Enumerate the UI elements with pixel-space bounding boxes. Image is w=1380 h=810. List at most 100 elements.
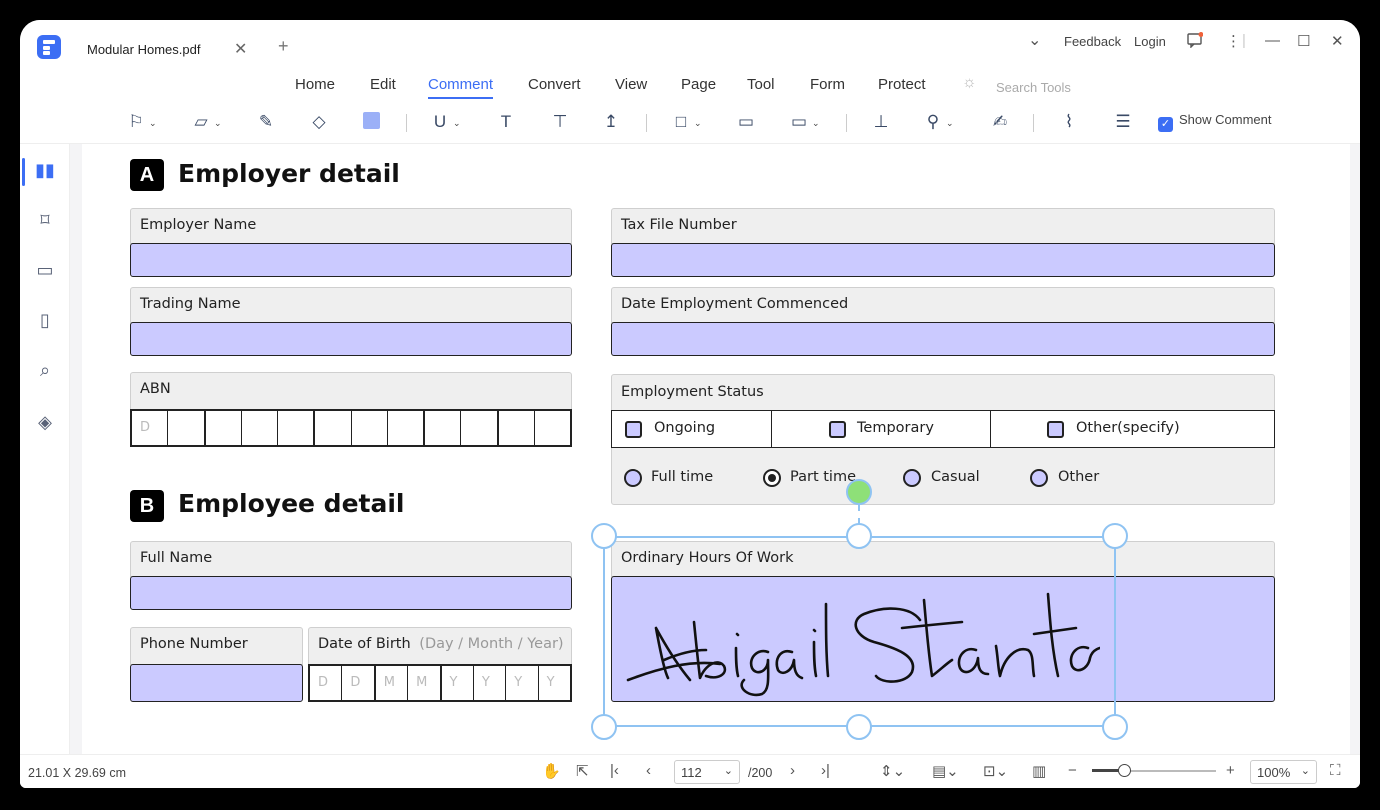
menu-page[interactable]: Page	[681, 76, 716, 93]
digit-box[interactable]	[461, 411, 499, 445]
measure-icon[interactable]: ▭ ⌄	[786, 110, 820, 134]
phone-number-field[interactable]	[130, 664, 303, 702]
zoom-select[interactable]: 100% ⌄	[1250, 760, 1317, 784]
area-highlight-tool-icon[interactable]: ▱ ⌄	[188, 110, 221, 134]
signature-icon[interactable]: ✍	[987, 110, 1013, 134]
fit-width-icon[interactable]: ⊡⌄	[983, 762, 1008, 780]
digit-box[interactable]: Y	[506, 666, 539, 700]
digit-box[interactable]	[388, 411, 425, 445]
document-tab[interactable]: Modular Homes.pdf ✕	[76, 32, 258, 68]
attachments-icon[interactable]: ▯	[34, 310, 56, 332]
resize-handle-bottom-left[interactable]	[591, 714, 617, 740]
menu-home[interactable]: Home	[295, 76, 335, 93]
pencil-icon[interactable]: ✎	[253, 110, 279, 134]
other-radio[interactable]	[1030, 469, 1048, 487]
temporary-checkbox[interactable]	[829, 421, 846, 438]
resize-handle-bottom-right[interactable]	[1102, 714, 1128, 740]
bookmark-icon[interactable]: ⌑	[34, 210, 56, 232]
menu-edit[interactable]: Edit	[370, 76, 396, 93]
digit-box[interactable]	[168, 411, 206, 445]
resize-handle-top-right[interactable]	[1102, 523, 1128, 549]
stamp-icon[interactable]: ⊥	[868, 110, 894, 134]
menu-convert[interactable]: Convert	[528, 76, 581, 93]
page-view-icon[interactable]: ▤⌄	[932, 762, 959, 780]
minimize-icon[interactable]: —	[1265, 32, 1280, 49]
shape-icon[interactable]: □ ⌄	[668, 110, 702, 134]
menu-comment[interactable]: Comment	[428, 76, 494, 99]
digit-box[interactable]: Y	[474, 666, 507, 700]
menu-protect[interactable]: Protect	[878, 76, 926, 93]
next-page-icon[interactable]: ›	[790, 762, 795, 779]
search-tools-input[interactable]: Search Tools	[996, 80, 1071, 95]
digit-box[interactable]: D	[310, 666, 343, 700]
digit-box[interactable]: D	[132, 411, 169, 445]
fullscreen-icon[interactable]: ⛶	[1330, 762, 1341, 779]
layers-icon[interactable]: ◈	[34, 412, 56, 434]
stamp-add-icon[interactable]: ⚲ ⌄	[920, 110, 954, 134]
more-options-icon[interactable]: ⋮	[1226, 32, 1241, 50]
select-tool-icon[interactable]: ⇱	[576, 762, 589, 780]
thumbnails-icon[interactable]: ▮▮	[34, 160, 56, 182]
digit-box[interactable]: M	[408, 666, 442, 700]
checkbox-checked-icon[interactable]: ✓	[1158, 117, 1173, 132]
status-option-temporary[interactable]: Temporary	[772, 411, 991, 447]
status-option-ongoing[interactable]: Ongoing	[612, 411, 772, 447]
digit-box[interactable]	[242, 411, 278, 445]
digit-box[interactable]	[278, 411, 316, 445]
underline-icon[interactable]: U ⌄	[427, 110, 461, 134]
abn-field[interactable]: D	[130, 409, 572, 447]
menu-view[interactable]: View	[615, 76, 647, 93]
callout-icon[interactable]: ↥	[598, 110, 624, 134]
notification-icon[interactable]	[1187, 32, 1204, 52]
last-page-icon[interactable]: ›|	[821, 762, 830, 779]
close-window-icon[interactable]: ✕	[1331, 32, 1344, 50]
menu-tool[interactable]: Tool	[747, 76, 775, 93]
eraser-icon[interactable]: ◇	[306, 110, 332, 134]
note-icon[interactable]: ▭	[733, 110, 759, 134]
comment-list-icon[interactable]: ☰	[1110, 110, 1136, 134]
digit-box[interactable]	[352, 411, 388, 445]
hand-tool-icon[interactable]: ✋	[542, 762, 561, 780]
maximize-icon[interactable]: ☐	[1297, 32, 1310, 50]
status-option-other[interactable]: Other(specify)	[991, 411, 1274, 447]
zoom-out-icon[interactable]: −	[1068, 762, 1077, 779]
part-time-radio[interactable]	[763, 469, 781, 487]
text-box-icon[interactable]: ⊤	[547, 110, 573, 134]
casual-radio[interactable]	[903, 469, 921, 487]
chevron-down-icon[interactable]: ⌄	[1028, 30, 1041, 50]
zoom-in-icon[interactable]: +	[1226, 762, 1235, 779]
full-name-field[interactable]	[130, 576, 572, 610]
full-time-radio[interactable]	[624, 469, 642, 487]
previous-page-icon[interactable]: ‹	[646, 762, 651, 779]
resize-handle-top-left[interactable]	[591, 523, 617, 549]
highlight-color-swatch[interactable]	[363, 112, 380, 129]
zoom-slider-knob[interactable]	[1118, 764, 1131, 777]
digit-box[interactable]: D	[342, 666, 376, 700]
new-tab-button[interactable]: +	[278, 36, 289, 57]
trading-name-field[interactable]	[130, 322, 572, 356]
resize-handle-bottom[interactable]	[846, 714, 872, 740]
search-icon[interactable]: ⌕	[34, 360, 56, 382]
digit-box[interactable]	[425, 411, 462, 445]
feedback-link[interactable]: Feedback	[1064, 34, 1121, 49]
date-of-birth-field[interactable]: DDMMYYYY	[308, 664, 572, 702]
employer-name-field[interactable]	[130, 243, 572, 277]
digit-box[interactable]: Y	[539, 666, 570, 700]
show-comment-toggle[interactable]: ✓ Show Comment	[1158, 112, 1271, 132]
tax-file-number-field[interactable]	[611, 243, 1275, 277]
attachment-icon[interactable]: ⌇	[1056, 110, 1082, 134]
other-specify-checkbox[interactable]	[1047, 421, 1064, 438]
digit-box[interactable]	[499, 411, 535, 445]
login-link[interactable]: Login	[1134, 34, 1166, 49]
digit-box[interactable]: M	[376, 666, 409, 700]
two-page-view-icon[interactable]: ▥	[1032, 762, 1046, 780]
digit-box[interactable]: Y	[442, 666, 474, 700]
text-icon[interactable]: T	[493, 110, 519, 134]
menu-form[interactable]: Form	[810, 76, 845, 93]
digit-box[interactable]	[535, 411, 570, 445]
date-commenced-field[interactable]	[611, 322, 1275, 356]
ongoing-checkbox[interactable]	[625, 421, 642, 438]
page-number-input[interactable]: 112 ⌄	[674, 760, 740, 784]
digit-box[interactable]	[206, 411, 242, 445]
close-tab-icon[interactable]: ✕	[234, 39, 247, 59]
